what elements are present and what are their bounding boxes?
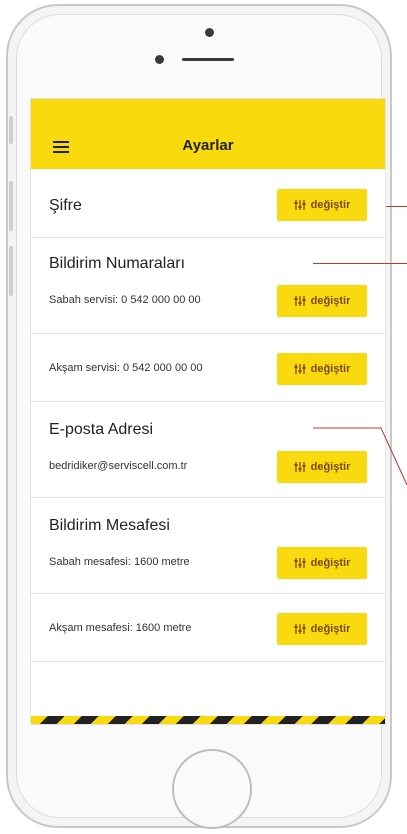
change-morning-distance-button[interactable]: değiştir: [277, 547, 367, 579]
change-label: değiştir: [310, 295, 351, 307]
password-row: Şifre değiştir: [31, 169, 385, 238]
notification-distance-evening-row: Akşam mesafesi: 1600 metre değiştir: [31, 593, 385, 662]
change-label: değiştir: [310, 557, 351, 569]
volume-down-button: [9, 246, 13, 296]
evening-service-number: Akşam servisi: 0 542 000 00 00: [49, 362, 203, 374]
annotation-line-numbers: [313, 263, 407, 264]
email-heading: E-posta Adresi: [49, 421, 154, 438]
notification-numbers-heading: Bildirim Numaraları: [49, 255, 186, 272]
notification-numbers-evening-row: Akşam servisi: 0 542 000 00 00 değiştir: [31, 333, 385, 402]
change-password-button[interactable]: değiştir: [277, 189, 367, 221]
volume-up-button: [9, 181, 13, 231]
page-title: Ayarlar: [182, 137, 234, 154]
earpiece-speaker: [182, 58, 234, 61]
evening-distance: Akşam mesafesi: 1600 metre: [49, 622, 192, 634]
annotation-line-email: [313, 427, 407, 486]
hazard-stripe-footer: [31, 716, 385, 724]
sliders-icon: [294, 624, 306, 634]
change-label: değiştir: [310, 623, 351, 635]
change-evening-number-button[interactable]: değiştir: [277, 353, 367, 385]
change-evening-distance-button[interactable]: değiştir: [277, 613, 367, 645]
password-label: Şifre: [49, 197, 82, 214]
front-camera: [205, 28, 214, 37]
sliders-icon: [294, 296, 306, 306]
email-address: bedridiker@serviscell.com.tr: [49, 460, 188, 472]
app-bar: Ayarlar: [31, 99, 385, 169]
notification-numbers-morning-row: Bildirim Numaraları Sabah servisi: 0 542…: [31, 237, 385, 334]
change-label: değiştir: [310, 199, 351, 211]
notification-distance-heading: Bildirim Mesafesi: [49, 517, 170, 534]
annotation-line-password: [386, 206, 407, 207]
morning-distance: Sabah mesafesi: 1600 metre: [49, 556, 190, 568]
change-label: değiştir: [310, 363, 351, 375]
mute-switch: [9, 116, 13, 144]
sliders-icon: [294, 558, 306, 568]
morning-service-number: Sabah servisi: 0 542 000 00 00: [49, 294, 201, 306]
proximity-sensor: [155, 55, 164, 64]
sliders-icon: [294, 200, 306, 210]
notification-distance-morning-row: Bildirim Mesafesi Sabah mesafesi: 1600 m…: [31, 497, 385, 594]
sliders-icon: [294, 364, 306, 374]
change-morning-number-button[interactable]: değiştir: [277, 285, 367, 317]
sliders-icon: [294, 462, 306, 472]
settings-screen: Ayarlar Şifre değiştir Bildirim Numarala…: [30, 98, 386, 725]
home-button[interactable]: [172, 749, 252, 829]
